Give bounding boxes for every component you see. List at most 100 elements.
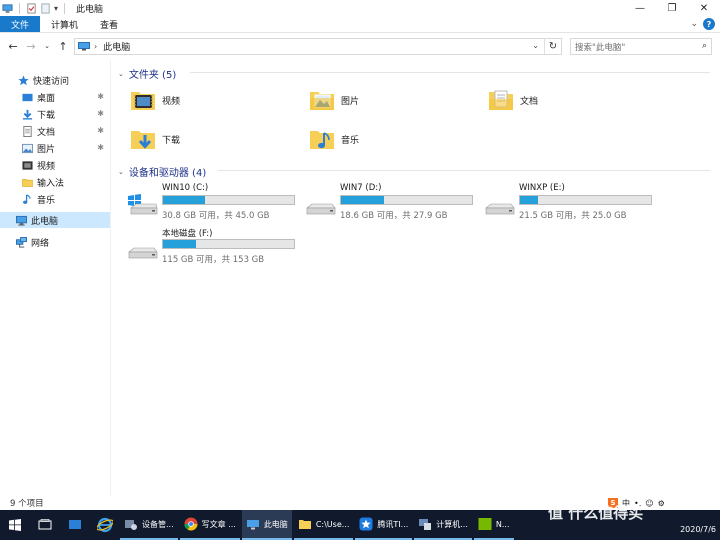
folder-pictures[interactable]: 图片 <box>309 87 359 113</box>
drive-f[interactable]: 本地磁盘 (F:) 115 GB 可用，共 153 GB <box>128 227 303 271</box>
document-folder-icon <box>489 90 513 110</box>
taskbar-app-chrome[interactable]: 写文章 ... <box>179 510 240 540</box>
drive-usage-fill <box>163 196 205 204</box>
drives-group-header[interactable]: ⌄ 设备和驱动器 (4) <box>118 164 713 179</box>
drive-c[interactable]: WIN10 (C:) 30.8 GB 可用，共 45.0 GB <box>128 183 303 227</box>
sidebar-item-network[interactable]: 网络 <box>0 234 110 250</box>
drive-space-info: 115 GB 可用，共 153 GB <box>162 255 265 265</box>
date[interactable]: 2020/7/6 <box>680 525 716 534</box>
search-input[interactable]: 搜索"此电脑" ⌕ <box>570 38 712 55</box>
folder-downloads[interactable]: 下载 <box>130 126 180 152</box>
collapse-chevron-icon[interactable]: ⌄ <box>118 168 124 176</box>
pin-icon[interactable]: ✱ <box>97 143 104 152</box>
pane-divider[interactable] <box>110 60 111 496</box>
taskbar-app-folder[interactable]: C:\Use... <box>293 510 354 540</box>
folders-group-header[interactable]: ⌄ 文件夹 (5) <box>118 66 713 81</box>
drive-d[interactable]: WIN7 (D:) 18.6 GB 可用，共 27.9 GB <box>306 183 481 227</box>
sidebar-item-label: 快速访问 <box>33 76 70 87</box>
forward-icon[interactable]: → <box>24 38 38 54</box>
settings-icon[interactable]: ⚙ <box>658 499 665 508</box>
taskbar-app-label: 此电脑 <box>263 519 288 529</box>
collapse-chevron-icon[interactable]: ⌄ <box>118 70 124 78</box>
minimize-icon[interactable]: — <box>624 0 656 16</box>
music-folder-icon <box>310 131 334 149</box>
breadcrumb-chevron-icon[interactable]: › <box>94 42 97 51</box>
customize-toolbar-icon[interactable]: ▾ <box>54 4 58 13</box>
sidebar-item-music[interactable]: 音乐 <box>0 191 110 207</box>
sidebar-item-label: 视频 <box>37 161 56 172</box>
taskbar-app-explorer[interactable]: 此电脑 <box>241 510 292 540</box>
tab-computer[interactable]: 计算机 <box>40 16 89 32</box>
pin-icon[interactable]: ✱ <box>97 109 104 118</box>
drive-usage-fill <box>341 196 385 204</box>
computer-icon <box>78 42 90 51</box>
taskbar-app-tim[interactable]: 腾讯TI... <box>355 510 413 540</box>
group-title: 设备和驱动器 (4) <box>128 168 207 179</box>
emoji-icon[interactable]: ☺ <box>645 499 653 508</box>
folder-videos[interactable]: 视频 <box>130 87 180 113</box>
start-icon[interactable] <box>0 510 30 540</box>
window-controls: — ❐ ✕ <box>624 0 720 16</box>
drive-e[interactable]: WINXP (E:) 21.5 GB 可用，共 25.0 GB <box>485 183 660 227</box>
taskbar-app-nvidia[interactable]: N... <box>473 510 514 540</box>
drive-usage-bar <box>162 195 295 205</box>
drive-space-info: 18.6 GB 可用，共 27.9 GB <box>340 211 448 221</box>
new-folder-icon[interactable] <box>40 2 51 14</box>
up-icon[interactable]: ↑ <box>56 38 70 54</box>
address-history-icon[interactable]: ⌄ <box>532 41 539 50</box>
toolbar-divider <box>64 2 66 14</box>
drive-usage-fill <box>520 196 539 204</box>
tab-view[interactable]: 查看 <box>89 16 129 32</box>
drive-usage-bar <box>519 195 652 205</box>
folder-documents[interactable]: 文档 <box>488 87 538 113</box>
refresh-icon[interactable]: ↻ <box>544 39 561 54</box>
properties-icon[interactable] <box>26 2 37 14</box>
sidebar-item-quick-access[interactable]: 快速访问 <box>0 72 110 88</box>
drive-usage-bar <box>340 195 473 205</box>
network-icon <box>16 236 27 248</box>
drive-name: WIN7 (D:) <box>340 183 382 193</box>
folder-label: 下载 <box>162 135 181 146</box>
pin-icon[interactable]: ✱ <box>97 126 104 135</box>
folder-label: 图片 <box>341 96 360 107</box>
sidebar-item-documents[interactable]: 文档 ✱ <box>0 123 110 139</box>
navigation-pane: 快速访问 桌面 ✱ 下载 ✱ 文档 ✱ 图片 ✱ 视频 输入法 音乐 此电脑 网… <box>0 60 110 496</box>
sidebar-item-this-pc[interactable]: 此电脑 <box>0 212 110 228</box>
computer-mgmt-icon <box>419 519 432 530</box>
explorer-icon <box>246 520 259 530</box>
help-icon[interactable]: ? <box>703 18 715 30</box>
address-bar[interactable]: › 此电脑 ⌄ ↻ <box>74 38 562 55</box>
desktop-icon[interactable] <box>60 510 90 540</box>
computer-icon[interactable] <box>2 3 13 14</box>
back-icon[interactable]: ← <box>6 38 20 54</box>
item-count: 9 个项目 <box>10 499 44 509</box>
ie-icon[interactable] <box>90 510 120 540</box>
breadcrumb[interactable]: 此电脑 <box>103 40 130 53</box>
restore-icon[interactable]: ❐ <box>656 0 688 16</box>
drive-icon <box>306 203 336 215</box>
taskbar-app-computer-management[interactable]: 计算机... <box>414 510 472 540</box>
taskbar-app-device-manager[interactable]: 设备管... <box>120 510 178 540</box>
folder-music[interactable]: 音乐 <box>309 126 359 152</box>
sidebar-item-label: 输入法 <box>37 178 65 189</box>
taskbar-app-label: 腾讯TI... <box>377 519 409 529</box>
toolbar-divider <box>19 2 20 14</box>
expand-ribbon-icon[interactable]: ⌄ <box>690 19 698 29</box>
pin-icon[interactable]: ✱ <box>97 92 104 101</box>
sidebar-item-downloads[interactable]: 下载 ✱ <box>0 106 110 122</box>
search-icon[interactable]: ⌕ <box>702 41 707 51</box>
recent-locations-icon[interactable]: ⌄ <box>40 38 54 54</box>
tab-file[interactable]: 文件 <box>0 16 41 32</box>
download-icon <box>22 109 33 120</box>
sidebar-item-videos[interactable]: 视频 <box>0 157 110 173</box>
sidebar-item-pictures[interactable]: 图片 ✱ <box>0 140 110 156</box>
sidebar-item-desktop[interactable]: 桌面 ✱ <box>0 89 110 105</box>
windows-drive-icon <box>128 194 158 215</box>
drive-space-info: 21.5 GB 可用，共 25.0 GB <box>519 211 627 221</box>
sidebar-item-ime[interactable]: 输入法 <box>0 174 110 190</box>
device-manager-icon <box>125 520 137 530</box>
drive-name: WINXP (E:) <box>519 183 565 193</box>
task-view-icon[interactable] <box>30 510 60 540</box>
close-icon[interactable]: ✕ <box>688 0 720 16</box>
ribbon-tabs: 文件 计算机 查看 ⌄ ? <box>0 16 720 33</box>
